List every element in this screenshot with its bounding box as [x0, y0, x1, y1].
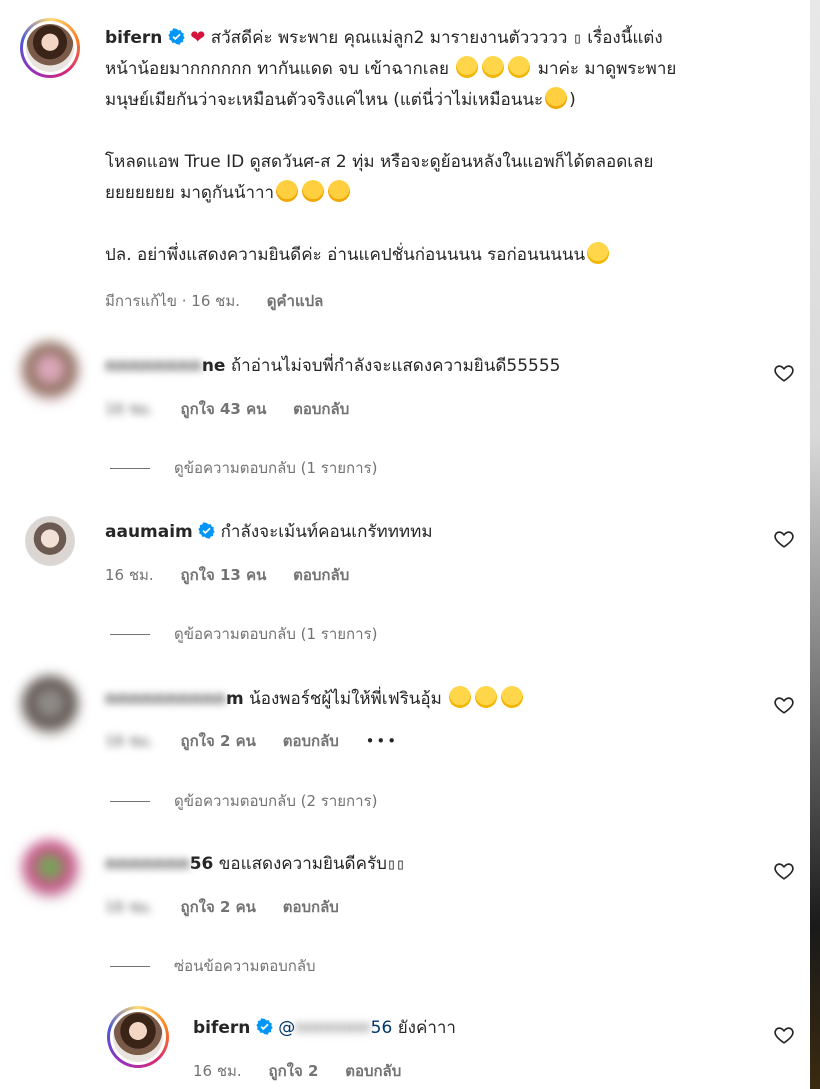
verified-badge-icon [198, 522, 215, 539]
comment-text: aaumaim กำลังจะเม้นท์คอนเกรัททททม [105, 522, 433, 542]
reply-time: 16 ชม. [193, 1062, 242, 1080]
comment-username[interactable]: aaumaim [105, 522, 193, 542]
comment-text: nnnnnnn56 ขอแสดงความยินดีครับ▯▯ [105, 854, 405, 874]
grinning-squinting-face-emoji-icon [508, 56, 531, 78]
reply-text: bifern @nnnnnnn56 ยังค่าาา [193, 1018, 456, 1038]
comment-meta: 16 ชม. ถูกใจ 13 คน ตอบกลับ [105, 563, 371, 587]
comment-avatar[interactable] [20, 676, 80, 736]
grinning-squinting-face-emoji-icon [449, 686, 472, 708]
comment-time: 16 ชม. [105, 400, 154, 418]
comment-meta: 16 ชม. ถูกใจ 43 คน ตอบกลับ [105, 397, 371, 421]
comment-time: 16 ชม. [105, 732, 154, 750]
view-replies-button[interactable]: ดูข้อความตอบกลับ (2 รายการ) [110, 789, 377, 813]
heart-outline-icon[interactable] [773, 1024, 795, 1046]
grinning-squinting-face-emoji-icon [482, 56, 505, 78]
verified-badge-icon [168, 28, 185, 45]
verified-badge-icon [256, 1018, 273, 1035]
heart-outline-icon[interactable] [773, 362, 795, 384]
reply-button[interactable]: ตอบกลับ [293, 566, 349, 584]
reply-username[interactable]: bifern [193, 1018, 250, 1038]
face-with-tongue-emoji-icon [545, 87, 568, 109]
comment-username[interactable]: nnnnnnnnnnm [105, 689, 244, 709]
comment-time: 16 ชม. [105, 898, 154, 916]
reply-button[interactable]: ตอบกลับ [283, 732, 339, 750]
comment-time: 16 ชม. [105, 566, 154, 584]
heart-outline-icon[interactable] [773, 860, 795, 882]
reply-meta: 16 ชม. ถูกใจ 2 ตอบกลับ [193, 1059, 423, 1083]
face-blowing-kiss-emoji-icon [328, 180, 351, 202]
more-options-icon[interactable]: ••• [366, 732, 399, 750]
comment-text: nnnnnnnnnnm น้องพอร์ชผู้ไม่ให้พี่เฟรินอุ… [105, 684, 525, 715]
grinning-squinting-face-emoji-icon [456, 56, 479, 78]
heart-outline-icon[interactable] [773, 528, 795, 550]
mention-link[interactable]: @nnnnnnn56 [278, 1018, 392, 1038]
comment-avatar[interactable] [20, 342, 80, 402]
likes-count[interactable]: ถูกใจ 13 คน [180, 566, 266, 584]
edited-timestamp: มีการแก้ไข · 16 ชม. [105, 292, 240, 310]
caption-username[interactable]: bifern [105, 28, 162, 48]
comments-panel: bifern ❤ สวัสดีค่ะ พระพาย คุณแม่ลูก2 มาร… [0, 0, 810, 1089]
comment-text: nnnnnnnnne ถ้าอ่านไม่จบพี่กำลังจะแสดงควา… [105, 356, 561, 376]
comment-username[interactable]: nnnnnnnnne [105, 356, 225, 376]
comment-username[interactable]: nnnnnnn56 [105, 854, 213, 874]
caption-text: bifern ❤ สวัสดีค่ะ พระพาย คุณแม่ลูก2 มาร… [105, 27, 677, 265]
grinning-squinting-face-emoji-icon [587, 242, 610, 264]
comment-avatar[interactable] [25, 516, 75, 566]
background-edge [810, 0, 820, 1089]
grinning-squinting-face-emoji-icon [501, 686, 524, 708]
likes-count[interactable]: ถูกใจ 2 คน [180, 898, 255, 916]
grinning-squinting-face-emoji-icon [475, 686, 498, 708]
reply-button[interactable]: ตอบกลับ [345, 1062, 401, 1080]
reply-button[interactable]: ตอบกลับ [283, 898, 339, 916]
comment-avatar[interactable] [20, 840, 80, 900]
comment-meta: 16 ชม. ถูกใจ 2 คน ตอบกลับ ••• [105, 729, 420, 753]
likes-count[interactable]: ถูกใจ 43 คน [180, 400, 266, 418]
caption-avatar[interactable] [20, 18, 80, 78]
heart-outline-icon[interactable] [773, 694, 795, 716]
caption-meta: มีการแก้ไข · 16 ชม. ดูคำแปล [105, 289, 345, 313]
view-replies-button[interactable]: ดูข้อความตอบกลับ (1 รายการ) [110, 456, 377, 480]
face-blowing-kiss-emoji-icon [276, 180, 299, 202]
likes-count[interactable]: ถูกใจ 2 [268, 1062, 318, 1080]
see-translation-link[interactable]: ดูคำแปล [267, 292, 324, 310]
reply-avatar[interactable] [107, 1006, 169, 1068]
reply-button[interactable]: ตอบกลับ [293, 400, 349, 418]
view-replies-button[interactable]: ดูข้อความตอบกลับ (1 รายการ) [110, 622, 377, 646]
comment-meta: 16 ชม. ถูกใจ 2 คน ตอบกลับ [105, 895, 361, 919]
face-blowing-kiss-emoji-icon [302, 180, 325, 202]
likes-count[interactable]: ถูกใจ 2 คน [180, 732, 255, 750]
hide-replies-button[interactable]: ซ่อนข้อความตอบกลับ [110, 954, 316, 978]
heart-emoji: ❤ [190, 27, 206, 48]
